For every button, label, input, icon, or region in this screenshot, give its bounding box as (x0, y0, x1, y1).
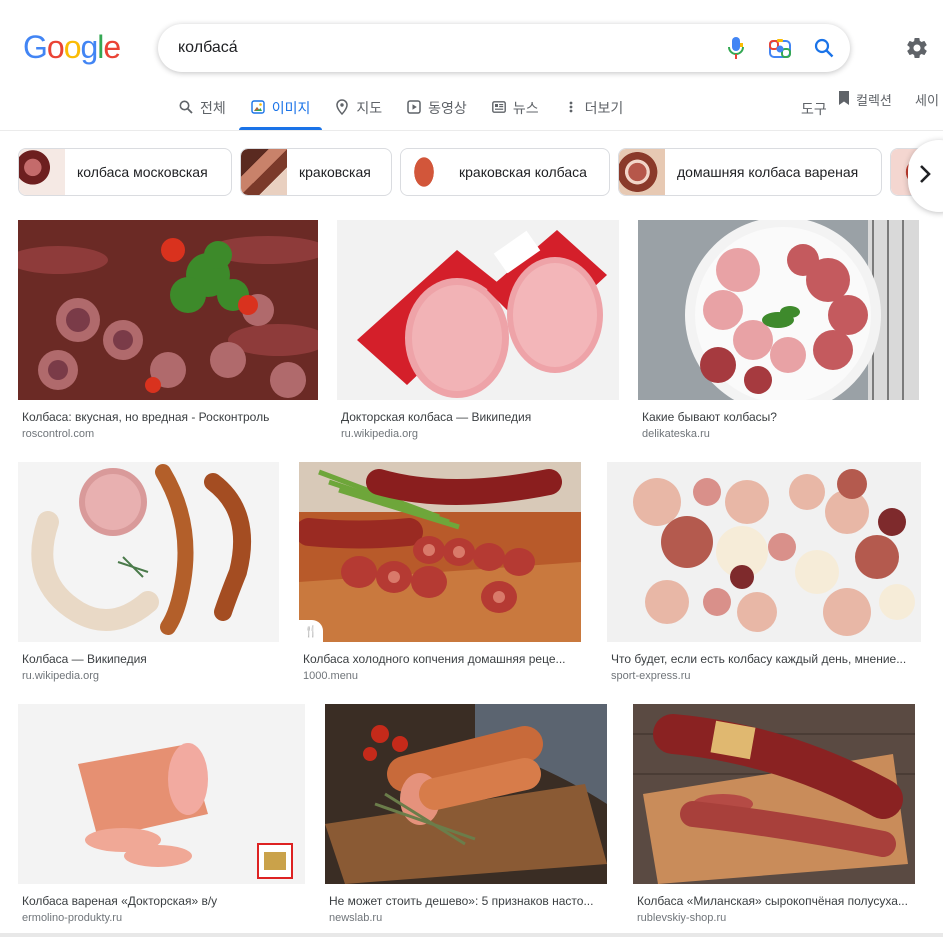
tab-label: 전체 (200, 100, 226, 116)
tab-more[interactable]: 더보기 (563, 86, 624, 130)
recipe-fork-knife-icon: 🍴 (299, 620, 323, 642)
more-vert-icon (563, 99, 579, 115)
bookmark-icon (838, 90, 850, 109)
safe-search-label[interactable]: 세이 (915, 90, 939, 109)
tab-all[interactable]: 전체 (178, 86, 226, 130)
chip-thumbnail (241, 149, 287, 195)
result-title[interactable]: Какие бывают колбасы? (638, 410, 919, 424)
chip-label: краковская (299, 164, 371, 180)
result-thumbnail[interactable] (607, 462, 921, 642)
tab-images[interactable]: 이미지 (238, 86, 322, 130)
image-result[interactable]: Колбаса: вкусная, но вредная - Росконтро… (18, 220, 318, 440)
result-title[interactable]: Колбаса — Википедия (18, 652, 279, 666)
camera-lens-icon[interactable] (768, 36, 792, 60)
image-result[interactable]: Колбаса «Миланская» сырокопчёная полусух… (633, 704, 915, 924)
result-source: newslab.ru (329, 912, 383, 924)
result-source: sport-express.ru (611, 670, 691, 682)
result-thumbnail[interactable] (337, 220, 619, 400)
logo-letter: g (80, 29, 98, 65)
divider (0, 130, 943, 131)
result-title[interactable]: Докторская колбаса — Википедия (337, 410, 619, 424)
tab-label: 동영상 (428, 100, 467, 116)
news-icon (491, 99, 507, 115)
chip-thumbnail (619, 149, 665, 195)
chip-label: колбаса московская (77, 164, 208, 180)
google-logo[interactable]: Google (23, 29, 121, 65)
microphone-icon[interactable] (724, 36, 748, 60)
tab-maps[interactable]: 지도 (334, 86, 382, 130)
search-tabs: 전체 이미지 지도 동영상 뉴스 더보기 (178, 86, 647, 130)
chip-label: краковская колбаса (459, 164, 587, 180)
result-source: ru.wikipedia.org (341, 428, 419, 440)
search-icon (178, 99, 194, 115)
image-result[interactable]: Не может стоить дешево»: 5 признаков нас… (325, 704, 607, 924)
image-result[interactable]: Колбаса вареная «Докторская» в/у ermolin… (18, 704, 305, 924)
tab-label: 더보기 (584, 100, 624, 116)
result-thumbnail[interactable] (18, 220, 318, 400)
logo-letter: o (46, 29, 65, 65)
chip-related[interactable]: краковская колбаса (400, 148, 610, 196)
result-thumbnail[interactable] (638, 220, 919, 400)
video-icon (406, 99, 422, 115)
search-icon[interactable] (812, 36, 836, 60)
tab-news[interactable]: 뉴스 (491, 86, 539, 130)
map-pin-icon (334, 99, 350, 115)
search-input[interactable] (178, 24, 698, 72)
tab-label: 뉴스 (512, 100, 539, 116)
logo-letter: o (63, 29, 82, 65)
image-result[interactable]: 🍴 Колбаса холодного копчения домашняя ре… (299, 462, 581, 682)
logo-letter: e (103, 29, 121, 65)
image-result[interactable]: Что будет, если есть колбасу каждый день… (607, 462, 921, 682)
image-icon (250, 99, 266, 115)
chip-thumbnail (19, 149, 65, 195)
image-result[interactable]: Колбаса — Википедия ru.wikipedia.org (18, 462, 279, 682)
result-title[interactable]: Что будет, если есть колбасу каждый день… (607, 652, 921, 666)
result-source: ermolino-produkty.ru (22, 912, 123, 924)
result-title[interactable]: Не может стоить дешево»: 5 признаков нас… (325, 894, 607, 908)
result-thumbnail[interactable] (633, 704, 915, 884)
image-result[interactable]: Докторская колбаса — Википедия ru.wikipe… (337, 220, 619, 440)
chip-thumbnail (401, 149, 447, 195)
result-thumbnail[interactable] (325, 704, 607, 884)
tab-videos[interactable]: 동영상 (406, 86, 467, 130)
logo-letter: G (23, 29, 48, 65)
related-chips: колбаса московская краковская краковская… (18, 148, 943, 196)
tab-label: 지도 (356, 100, 383, 116)
collection-button[interactable]: 컬렉션 (838, 90, 892, 109)
chip-label: домашняя колбаса вареная (677, 164, 859, 180)
result-thumbnail[interactable] (18, 704, 305, 884)
result-title[interactable]: Колбаса холодного копчения домашняя реце… (299, 652, 581, 666)
result-title[interactable]: Колбаса: вкусная, но вредная - Росконтро… (18, 410, 318, 424)
image-result[interactable]: Какие бывают колбасы? delikateska.ru (638, 220, 919, 440)
chip-related[interactable]: краковская (240, 148, 392, 196)
settings-gear-icon[interactable] (905, 36, 929, 60)
result-source: 1000.menu (303, 670, 359, 682)
result-source: rublevskiy-shop.ru (637, 912, 727, 924)
tab-label: 이미지 (271, 100, 311, 116)
result-source: ru.wikipedia.org (22, 670, 100, 682)
chip-related[interactable]: домашняя колбаса вареная (618, 148, 882, 196)
horizontal-scrollbar[interactable] (0, 933, 943, 937)
result-source: delikateska.ru (642, 428, 710, 440)
result-source: roscontrol.com (22, 428, 95, 440)
result-thumbnail[interactable] (18, 462, 279, 642)
search-box (158, 24, 850, 72)
result-thumbnail[interactable]: 🍴 (299, 462, 581, 642)
chevron-right-icon (918, 164, 932, 189)
tools-button[interactable]: 도구 (801, 99, 827, 119)
collection-label: 컬렉션 (856, 93, 892, 108)
chip-related[interactable]: колбаса московская (18, 148, 232, 196)
result-title[interactable]: Колбаса «Миланская» сырокопчёная полусух… (633, 894, 915, 908)
result-title[interactable]: Колбаса вареная «Докторская» в/у (18, 894, 305, 908)
